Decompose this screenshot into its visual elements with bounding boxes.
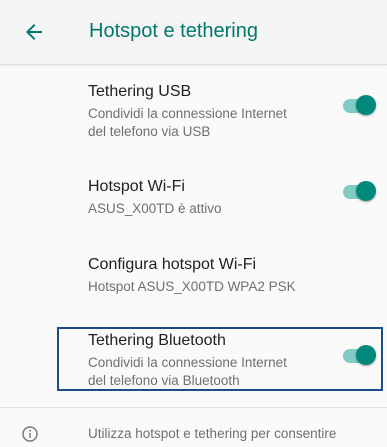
info-text: Utilizza hotspot e tethering per consent… bbox=[88, 426, 337, 441]
highlight-box bbox=[57, 327, 383, 391]
setting-subtitle: Hotspot ASUS_X00TD WPA2 PSK bbox=[88, 279, 296, 294]
setting-tethering-usb[interactable]: Tethering USB Condividi la connessione I… bbox=[0, 64, 387, 164]
setting-subtitle: Condividi la connessione Internet del te… bbox=[88, 106, 287, 139]
setting-title: Hotspot Wi-Fi bbox=[88, 178, 185, 195]
divider bbox=[0, 407, 387, 408]
setting-subtitle: ASUS_X00TD è attivo bbox=[88, 201, 222, 216]
setting-hotspot-wifi[interactable]: Hotspot Wi-Fi ASUS_X00TD è attivo bbox=[0, 164, 387, 246]
switch-thumb bbox=[356, 95, 376, 115]
back-button[interactable] bbox=[20, 18, 48, 46]
toggle-switch[interactable] bbox=[343, 95, 376, 115]
page-title: Hotspot e tethering bbox=[89, 20, 258, 42]
app-bar: Hotspot e tethering bbox=[0, 0, 387, 65]
setting-configure-hotspot[interactable]: Configura hotspot Wi-Fi Hotspot ASUS_X00… bbox=[0, 246, 387, 324]
setting-title: Configura hotspot Wi-Fi bbox=[88, 256, 257, 273]
toggle-switch[interactable] bbox=[343, 181, 376, 201]
setting-title: Tethering USB bbox=[88, 83, 192, 100]
switch-thumb bbox=[356, 181, 376, 201]
arrow-left-icon bbox=[26, 24, 42, 40]
